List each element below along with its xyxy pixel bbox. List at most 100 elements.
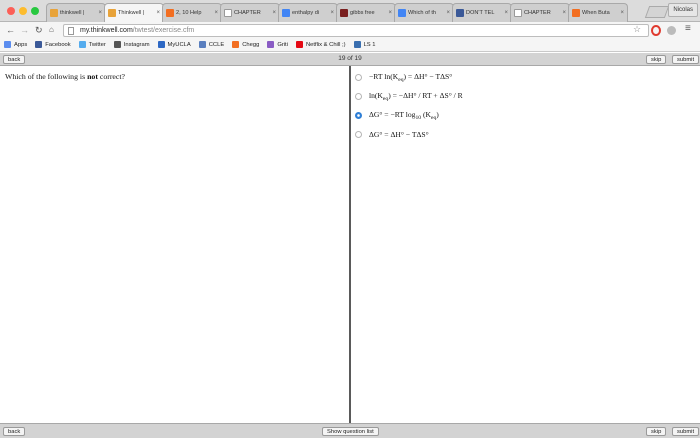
close-icon[interactable]: × xyxy=(562,10,566,16)
new-tab-button[interactable] xyxy=(644,6,670,18)
answer-option-text: ΔG° = ΔH° − TΔS° xyxy=(369,129,429,139)
ccle-icon xyxy=(198,41,206,48)
bookmark-item[interactable]: MyUCLA xyxy=(157,41,191,48)
radio-button[interactable] xyxy=(355,130,362,138)
browser-tab[interactable]: CHAPTER × xyxy=(220,3,280,22)
footer-submit-button[interactable]: submit xyxy=(672,427,700,436)
answer-option[interactable]: ΔG° = −RT log10 (Keq) xyxy=(355,109,439,121)
close-icon[interactable]: × xyxy=(156,10,160,16)
google-icon xyxy=(398,9,406,17)
back-arrow-icon[interactable]: ← xyxy=(6,25,15,35)
answer-pane: −RT ln(Keq) = ΔH° − TΔS° ln(Keq) = −ΔH° /… xyxy=(351,66,700,423)
bookmark-label: Chegg xyxy=(242,41,260,48)
zoom-window-button[interactable] xyxy=(31,7,39,15)
bookmark-item[interactable]: Instagram xyxy=(113,41,150,48)
radio-button[interactable] xyxy=(355,73,362,81)
bookmark-item[interactable]: CCLE xyxy=(198,41,225,48)
bookmark-item[interactable]: Netflix & Chill ;) xyxy=(295,41,346,48)
instagram-icon xyxy=(113,41,121,48)
browser-tab-label: Which of th xyxy=(408,10,436,16)
browser-tab-label: DON'T TEL xyxy=(466,10,495,16)
bookmark-label: Instagram xyxy=(123,41,150,48)
page-icon xyxy=(68,27,74,35)
question-emphasis: not xyxy=(87,72,98,81)
page-icon xyxy=(514,9,522,17)
footer-skip-button[interactable]: skip xyxy=(646,427,667,436)
close-icon[interactable]: × xyxy=(504,10,508,16)
show-question-list-button[interactable]: Show question list xyxy=(322,427,379,436)
bookmark-star-icon[interactable]: ☆ xyxy=(633,24,641,35)
address-bar[interactable]: my.thinkwell.com/twtest/exercise.cfm xyxy=(63,24,649,37)
radio-button[interactable] xyxy=(355,111,362,119)
tab-strip: thinkwell | × Thinkwell | × 2, 10 Help × CHAPT… xyxy=(46,3,628,22)
browser-tab[interactable]: thinkwell | × xyxy=(46,3,106,22)
bookmark-label: Griti xyxy=(277,41,288,48)
exercise-bottom-bar: back Show question list skip submit xyxy=(0,423,700,438)
skip-button[interactable]: skip xyxy=(646,55,667,64)
exercise-top-bar: back 19 of 19 skip submit xyxy=(0,53,700,66)
close-window-button[interactable] xyxy=(7,7,15,15)
close-icon[interactable]: × xyxy=(388,10,392,16)
pdf-icon xyxy=(340,9,348,17)
browser-tab[interactable]: 2, 10 Help × xyxy=(162,3,222,22)
griti-icon xyxy=(267,41,275,48)
url-domain: my.thinkwell.com xyxy=(80,27,133,34)
bookmark-label: Facebook xyxy=(45,41,71,48)
browser-tab-label: CHAPTER xyxy=(234,10,261,16)
chegg-icon xyxy=(166,9,174,17)
profile-button[interactable]: Nicolas xyxy=(668,3,698,17)
browser-tab[interactable]: DON'T TEL × xyxy=(452,3,512,22)
answer-option-text: −RT ln(Keq) = ΔH° − TΔS° xyxy=(369,71,453,83)
browser-tab[interactable]: When Buta × xyxy=(568,3,628,22)
radio-button[interactable] xyxy=(355,92,362,100)
submit-button[interactable]: submit xyxy=(672,55,700,64)
browser-tab[interactable]: enthalpy di × xyxy=(278,3,338,22)
apps-grid-icon xyxy=(4,41,11,48)
bookmark-item[interactable]: LS 1 xyxy=(353,41,376,48)
close-icon[interactable]: × xyxy=(98,10,102,16)
bookmark-label: Twitter xyxy=(88,41,106,48)
extension-icon[interactable] xyxy=(667,26,676,35)
browser-tab[interactable]: gibbs free × xyxy=(336,3,396,22)
browser-tab[interactable]: CHAPTER × xyxy=(510,3,570,22)
answer-option[interactable]: −RT ln(Keq) = ΔH° − TΔS° xyxy=(355,71,452,83)
browser-tab-label: CHAPTER xyxy=(524,10,551,16)
chegg-icon xyxy=(232,41,240,48)
bookmark-item[interactable]: Griti xyxy=(267,41,288,48)
bookmark-item[interactable]: Chegg xyxy=(232,41,259,48)
twitter-icon xyxy=(78,41,86,48)
close-icon[interactable]: × xyxy=(330,10,334,16)
forward-arrow-icon[interactable]: → xyxy=(20,25,29,35)
browser-toolbar: ← → ↻ ⌂ my.thinkwell.com/twtest/exercise… xyxy=(0,22,700,38)
close-icon[interactable]: × xyxy=(214,10,218,16)
bookmark-label: CCLE xyxy=(208,41,225,48)
browser-tab-label: 2, 10 Help xyxy=(176,10,202,16)
browser-tab-label: Thinkwell | xyxy=(118,10,145,16)
bookmark-item[interactable]: Apps xyxy=(4,41,27,48)
opera-extension-icon[interactable] xyxy=(651,25,661,36)
answer-option[interactable]: ΔG° = ΔH° − TΔS° xyxy=(355,128,429,140)
facebook-icon xyxy=(35,41,43,48)
browser-tab-label: enthalpy di xyxy=(292,10,320,16)
close-icon[interactable]: × xyxy=(272,10,276,16)
question-counter: 19 of 19 xyxy=(338,55,362,62)
bookmark-item[interactable]: Twitter xyxy=(78,41,106,48)
reload-icon[interactable]: ↻ xyxy=(35,25,43,35)
browser-tab-label: thinkwell | xyxy=(60,10,85,16)
answer-option[interactable]: ln(Keq) = −ΔH° / RT + ΔS° / R xyxy=(355,90,463,102)
browser-tab[interactable]: Which of th × xyxy=(394,3,454,22)
google-icon xyxy=(282,9,290,17)
bookmark-label: Netflix & Chill ;) xyxy=(305,41,346,48)
ls1-icon xyxy=(353,41,361,48)
bookmark-item[interactable]: Facebook xyxy=(35,41,71,48)
menu-icon[interactable]: ≡ xyxy=(685,24,691,34)
close-icon[interactable]: × xyxy=(620,10,624,16)
facebook-icon xyxy=(456,9,464,17)
browser-tab-label: When Buta xyxy=(582,10,610,16)
home-icon[interactable]: ⌂ xyxy=(49,25,54,35)
browser-tab[interactable]: Thinkwell | × xyxy=(104,3,164,22)
close-icon[interactable]: × xyxy=(446,10,450,16)
browser-tab-bar: thinkwell | × Thinkwell | × 2, 10 Help × CHAPT… xyxy=(0,0,700,22)
footer-back-button[interactable]: back xyxy=(3,427,26,436)
minimize-window-button[interactable] xyxy=(19,7,27,15)
